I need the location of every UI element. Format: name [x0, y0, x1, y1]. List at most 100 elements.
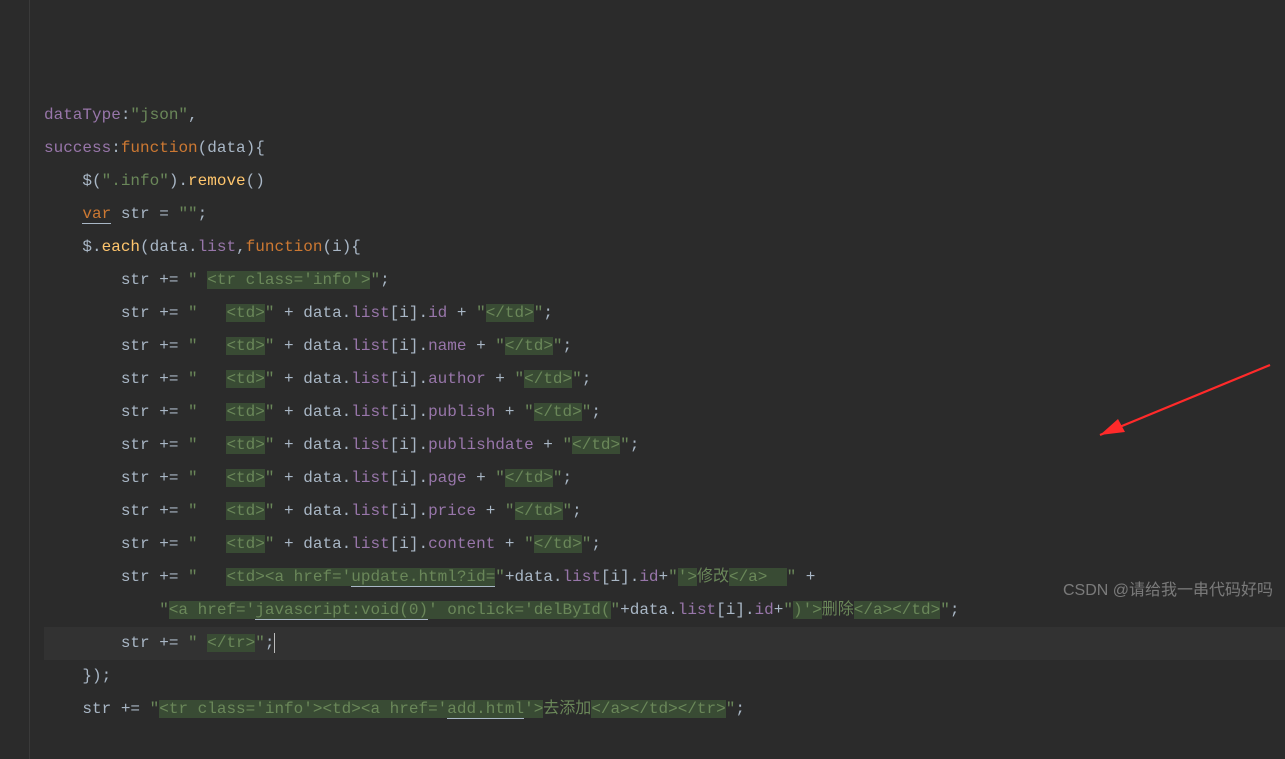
- code-token: </td>: [505, 469, 553, 487]
- code-token: list: [351, 370, 389, 388]
- code-token: 去添加: [543, 700, 591, 718]
- code-token: ;: [543, 304, 553, 322]
- code-token: ": [582, 403, 592, 421]
- code-token: str +=: [121, 535, 188, 553]
- code-editor[interactable]: dataType:"json", success:function(data){…: [0, 0, 1285, 759]
- code-line[interactable]: str += " <td>" + data.list[i].page + "</…: [44, 462, 1285, 495]
- code-token: </td>: [486, 304, 534, 322]
- code-token: list: [351, 337, 389, 355]
- code-token: data: [150, 238, 188, 256]
- code-token: ": [495, 469, 505, 487]
- code-token: [i].: [390, 436, 428, 454]
- code-token: .: [188, 238, 198, 256]
- code-line[interactable]: });: [44, 660, 1285, 693]
- code-token: </td>: [515, 502, 563, 520]
- code-token: ": [515, 370, 525, 388]
- code-token: ;: [265, 634, 275, 652]
- code-token: ;: [198, 205, 208, 223]
- code-token: <a href=': [169, 601, 255, 619]
- text-caret: [274, 633, 275, 653]
- code-line[interactable]: var str = "";: [44, 198, 1285, 231]
- code-line[interactable]: str += " <td><a href='update.html?id="+d…: [44, 561, 1285, 594]
- code-line[interactable]: str += " <td>" + data.list[i].author + "…: [44, 363, 1285, 396]
- code-token: ": [783, 601, 793, 619]
- code-line[interactable]: str += " <td>" + data.list[i].content + …: [44, 528, 1285, 561]
- code-token: list: [351, 304, 389, 322]
- code-token: name: [428, 337, 466, 355]
- code-token: )'>: [793, 601, 822, 619]
- code-token: ": [563, 502, 573, 520]
- code-token: list: [351, 469, 389, 487]
- code-token: javascript:void(0): [255, 601, 428, 620]
- code-token: '>: [524, 700, 543, 718]
- code-token: str +=: [121, 271, 188, 289]
- code-line[interactable]: "<a href='javascript:void(0)' onclick='d…: [44, 594, 1285, 627]
- code-token: ;: [630, 436, 640, 454]
- code-token: str +=: [121, 568, 188, 586]
- code-token: </td>: [534, 403, 582, 421]
- code-line[interactable]: str += " <td>" + data.list[i].publish + …: [44, 396, 1285, 429]
- code-token: ": [265, 469, 275, 487]
- code-token: ": [563, 436, 573, 454]
- code-token: <tr class='info'>: [207, 271, 370, 289]
- code-token: dataType: [44, 106, 121, 124]
- code-token: (: [140, 238, 150, 256]
- code-line[interactable]: str += " </tr>";: [44, 627, 1285, 660]
- code-token: function: [121, 139, 198, 157]
- gutter: [0, 0, 30, 759]
- code-token: +: [796, 568, 815, 586]
- code-token: ": [553, 469, 563, 487]
- code-token: ": [265, 502, 275, 520]
- code-token: + data.: [274, 469, 351, 487]
- code-token: ": [188, 337, 226, 355]
- code-token: success: [44, 139, 111, 157]
- code-line[interactable]: str += " <td>" + data.list[i].name + "</…: [44, 330, 1285, 363]
- code-token: ": [495, 337, 505, 355]
- code-token: ": [265, 535, 275, 553]
- code-line[interactable]: success:function(data){: [44, 132, 1285, 165]
- code-line[interactable]: str += " <td>" + data.list[i].id + "</td…: [44, 297, 1285, 330]
- code-token: + data.: [274, 502, 351, 520]
- code-line[interactable]: str += " <tr class='info'>";: [44, 264, 1285, 297]
- code-token: str +=: [121, 370, 188, 388]
- code-token: </td>: [534, 535, 582, 553]
- code-token: [i].: [390, 370, 428, 388]
- code-token: publish: [428, 403, 495, 421]
- code-token: $: [82, 238, 92, 256]
- code-token: ;: [950, 601, 960, 619]
- code-line[interactable]: $(".info").remove(): [44, 165, 1285, 198]
- code-token: str +=: [121, 469, 188, 487]
- code-token: publishdate: [428, 436, 534, 454]
- code-line[interactable]: str += " <td>" + data.list[i].price + "<…: [44, 495, 1285, 528]
- code-token: +: [774, 601, 784, 619]
- code-token: ": [534, 304, 544, 322]
- code-token: ": [188, 634, 207, 652]
- code-token: + data.: [274, 337, 351, 355]
- code-token: $(: [82, 172, 101, 190]
- code-token: each: [102, 238, 140, 256]
- code-token: ": [524, 403, 534, 421]
- code-token: str +=: [121, 337, 188, 355]
- code-token: [i].: [601, 568, 639, 586]
- code-token: str =: [111, 205, 178, 223]
- code-token: </a>: [729, 568, 787, 586]
- code-token: ": [726, 700, 736, 718]
- code-token: ": [188, 403, 226, 421]
- code-token: ": [370, 271, 380, 289]
- code-token: (: [198, 139, 208, 157]
- code-token: "json": [130, 106, 188, 124]
- code-token: +: [466, 469, 495, 487]
- code-token: ;: [380, 271, 390, 289]
- code-line[interactable]: $.each(data.list,function(i){: [44, 231, 1285, 264]
- code-token: <tr class='info'><td><a href=': [159, 700, 447, 718]
- code-token: author: [428, 370, 486, 388]
- code-line[interactable]: dataType:"json",: [44, 99, 1285, 132]
- code-token: + data.: [274, 403, 351, 421]
- code-token: <td>: [226, 535, 264, 553]
- code-token: +: [476, 502, 505, 520]
- code-token: list: [351, 436, 389, 454]
- code-token: ": [505, 502, 515, 520]
- code-line[interactable]: str += " <td>" + data.list[i].publishdat…: [44, 429, 1285, 462]
- code-line[interactable]: str += "<tr class='info'><td><a href='ad…: [44, 693, 1285, 726]
- code-token: [i].: [390, 337, 428, 355]
